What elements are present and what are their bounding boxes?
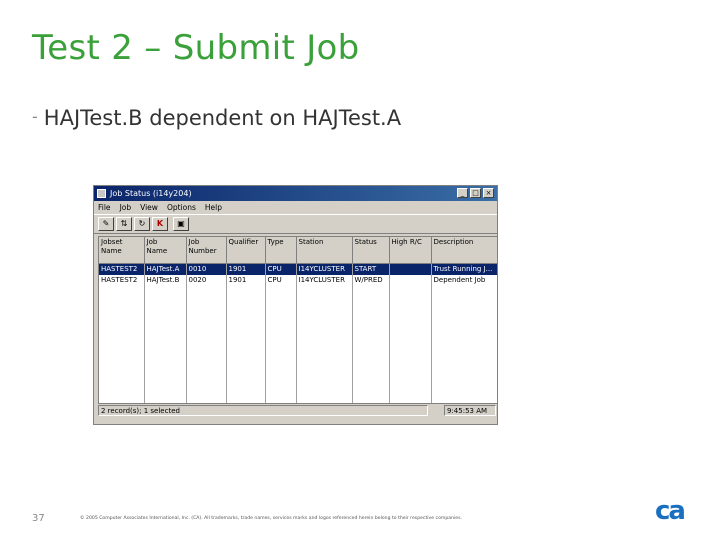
cell-station: I14YCLUSTER	[296, 275, 353, 286]
cell-jobset: HASTEST2	[99, 275, 145, 286]
cell-job: HAJTest.B	[144, 275, 187, 286]
minimize-button[interactable]: _	[457, 188, 468, 198]
window-titlebar[interactable]: Job Status (i14y204) _ □ ×	[94, 186, 497, 201]
empty-row-area	[99, 286, 497, 403]
cell-type: CPU	[265, 263, 297, 275]
bullet-dash-icon: -	[32, 107, 38, 126]
cell-status: START	[352, 263, 390, 275]
cell-description: Dependent Job	[431, 275, 497, 286]
window-title: Job Status (i14y204)	[110, 189, 192, 198]
bullet-text: HAJTest.B dependent on HAJTest.A	[43, 106, 402, 130]
logo-text: ca	[655, 496, 684, 524]
grid-header: Jobset Name Job Name Job Number Qualifie…	[99, 237, 497, 264]
tool-5-icon[interactable]: ▣	[173, 217, 189, 231]
menu-help[interactable]: Help	[205, 201, 222, 214]
menu-view[interactable]: View	[140, 201, 158, 214]
slide-title: Test 2 – Submit Job	[32, 28, 360, 68]
col-status[interactable]: Status	[352, 237, 390, 264]
menu-options[interactable]: Options	[167, 201, 196, 214]
ca-logo: ca	[655, 496, 686, 524]
cell-description: Trust Running J...	[431, 263, 497, 275]
cell-jobset: HASTEST2	[99, 263, 145, 275]
menu-bar: File Job View Options Help	[94, 201, 497, 214]
menu-file[interactable]: File	[98, 201, 111, 214]
close-button[interactable]: ×	[483, 188, 494, 198]
cell-qualifier: 1901	[226, 263, 266, 275]
col-description[interactable]: Description	[431, 237, 497, 264]
job-grid[interactable]: Jobset Name Job Name Job Number Qualifie…	[98, 236, 498, 404]
tool-2-icon[interactable]: ⇅	[116, 217, 132, 231]
kill-icon[interactable]: K	[152, 217, 168, 231]
menu-job[interactable]: Job	[120, 201, 132, 214]
table-row[interactable]: HASTEST2 HAJTest.A 0010 1901 CPU I14YCLU…	[99, 263, 497, 275]
cell-high-rc	[389, 275, 432, 286]
col-job-number[interactable]: Job Number	[186, 237, 227, 264]
col-qualifier[interactable]: Qualifier	[226, 237, 266, 264]
table-row[interactable]: HASTEST2 HAJTest.B 0020 1901 CPU I14YCLU…	[99, 275, 497, 286]
status-bar: 2 record(s); 1 selected 9:45:53 AM	[98, 405, 496, 417]
cell-status: W/PRED	[352, 275, 390, 286]
col-job-name[interactable]: Job Name	[144, 237, 187, 264]
cell-number: 0010	[186, 263, 227, 275]
tool-1-icon[interactable]: ✎	[98, 217, 114, 231]
page-number: 37	[32, 513, 45, 524]
col-type[interactable]: Type	[265, 237, 297, 264]
col-high-rc[interactable]: High R/C	[389, 237, 432, 264]
col-jobset-name[interactable]: Jobset Name	[99, 237, 145, 264]
cell-job: HAJTest.A	[144, 263, 187, 275]
cell-qualifier: 1901	[226, 275, 266, 286]
copyright-text: © 2005 Computer Associates International…	[80, 516, 462, 521]
tool-3-icon[interactable]: ↻	[134, 217, 150, 231]
cell-number: 0020	[186, 275, 227, 286]
status-time: 9:45:53 AM	[444, 405, 496, 416]
cell-high-rc	[389, 263, 432, 275]
status-records: 2 record(s); 1 selected	[98, 405, 428, 416]
cell-type: CPU	[265, 275, 297, 286]
maximize-button[interactable]: □	[470, 188, 481, 198]
job-status-window: Job Status (i14y204) _ □ × File Job View…	[93, 185, 498, 425]
col-station[interactable]: Station	[296, 237, 353, 264]
toolbar: ✎ ⇅ ↻ K ▣	[94, 214, 497, 234]
bullet-item: - HAJTest.B dependent on HAJTest.A	[32, 106, 401, 130]
window-controls: _ □ ×	[457, 188, 494, 198]
cell-station: I14YCLUSTER	[296, 263, 353, 275]
app-icon	[97, 189, 106, 198]
